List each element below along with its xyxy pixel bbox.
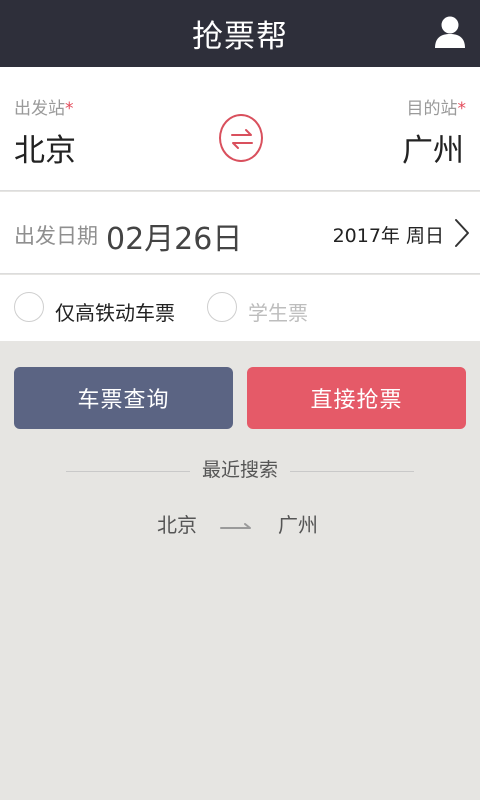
required-mark: * xyxy=(65,99,74,119)
recent-from-station: 北京 xyxy=(157,513,197,537)
student-ticket-label[interactable]: 学生票 xyxy=(248,297,308,326)
station-selector: 出发站* 目的站* 北京 广州 xyxy=(0,67,480,191)
date-year-weekday: 2017年 周日 xyxy=(333,221,444,248)
departure-date-row[interactable]: 出发日期 02月26日 2017年 周日 xyxy=(0,192,480,274)
swap-arrows-icon xyxy=(231,129,253,149)
high-speed-only-label[interactable]: 仅高铁动车票 xyxy=(55,297,175,326)
from-station-label: 出发站* xyxy=(14,99,74,119)
arrow-right-icon xyxy=(220,517,252,536)
page-title: 抢票帮 xyxy=(192,19,288,55)
required-mark: * xyxy=(457,99,467,119)
chevron-right-icon xyxy=(454,218,470,252)
ticket-query-button[interactable]: 车票查询 xyxy=(14,367,233,429)
recent-to-station: 广州 xyxy=(278,513,318,537)
divider xyxy=(290,471,414,472)
recent-search-header: 最近搜索 xyxy=(0,455,480,481)
grab-ticket-button[interactable]: 直接抢票 xyxy=(247,367,466,429)
high-speed-only-radio[interactable] xyxy=(14,292,44,322)
date-value: 02月26日 xyxy=(106,222,243,257)
to-station-label: 目的站* xyxy=(406,99,467,119)
ticket-options: 仅高铁动车票 学生票 xyxy=(0,275,480,341)
date-weekday: 周日 xyxy=(405,225,444,247)
from-station-value[interactable]: 北京 xyxy=(14,125,76,170)
date-year: 2017年 xyxy=(332,225,400,247)
recent-search-item[interactable]: 北京 广州 xyxy=(0,505,480,539)
app-root: 抢票帮 出发站* 目的站* 北京 广州 出发日期 02月26日 2017年 周日 xyxy=(0,0,480,800)
to-station-value[interactable]: 广州 xyxy=(402,125,464,170)
top-bar: 抢票帮 xyxy=(0,0,480,67)
swap-stations-button[interactable] xyxy=(219,114,263,162)
student-ticket-radio[interactable] xyxy=(207,292,237,322)
date-label: 出发日期 xyxy=(14,224,98,248)
recent-search-title: 最近搜索 xyxy=(201,459,278,481)
user-icon[interactable] xyxy=(434,15,466,49)
